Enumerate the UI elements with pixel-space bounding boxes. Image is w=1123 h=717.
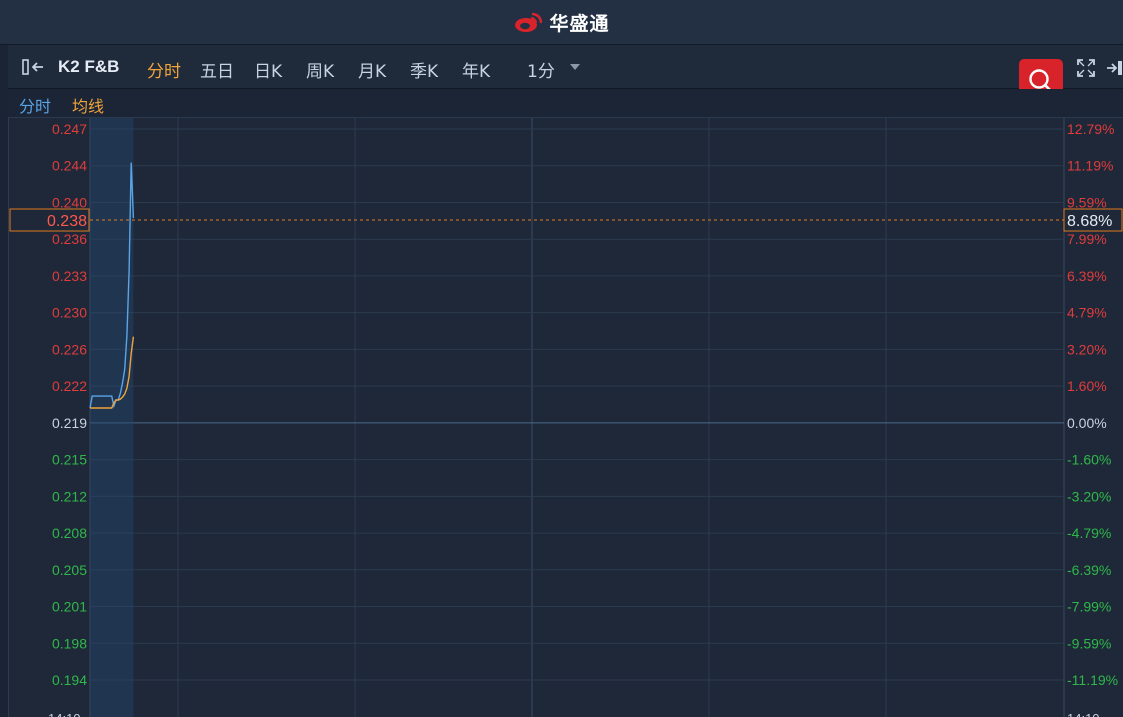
pct-tick-label: -9.59% (1067, 635, 1111, 651)
pct-tick-label: 12.79% (1067, 121, 1114, 137)
chart-grid (89, 118, 1065, 717)
y-tick-label: 0.222 (52, 378, 87, 394)
current-change-label: 8.68% (1067, 213, 1112, 230)
pct-tick-label: -4.79% (1067, 525, 1111, 541)
y-tick-label: 0.205 (52, 562, 87, 578)
y-tick-label: 0.230 (52, 305, 87, 321)
chart-series (89, 118, 1064, 717)
y-tick-label: 0.240 (52, 194, 87, 210)
y-tick-label: 0.201 (52, 599, 87, 615)
pct-tick-label: 4.79% (1067, 305, 1107, 321)
pct-tick-label: 3.20% (1067, 341, 1107, 357)
pct-tick-label: 1.60% (1067, 378, 1107, 394)
y-tick-label: 0.233 (52, 268, 87, 284)
y-tick-label: 0.212 (52, 488, 87, 504)
pct-tick-label: -1.60% (1067, 452, 1111, 468)
y-tick-label: 0.215 (52, 452, 87, 468)
intraday-chart[interactable]: 0.247 12.79% 0.244 11.19% 0.240 9.59% 0.236 7.9… (0, 0, 1123, 717)
y-tick-label: 0.226 (52, 341, 87, 357)
current-price-label: 0.238 (47, 213, 87, 230)
y-tick-label: 0.219 (52, 415, 87, 431)
y-tick-label: 0.198 (52, 635, 87, 651)
pct-tick-label: -11.19% (1067, 672, 1118, 688)
pct-tick-label: -6.39% (1067, 562, 1111, 578)
y-tick-label: 0.208 (52, 525, 87, 541)
pct-tick-label: 7.99% (1067, 231, 1107, 247)
pct-tick-label: -7.99% (1067, 599, 1111, 615)
y-tick-label: 0.236 (52, 231, 87, 247)
y-tick-label: 0.244 (52, 158, 87, 174)
pct-tick-label: -3.20% (1067, 488, 1111, 504)
pct-tick-label: 0.00% (1067, 415, 1107, 431)
y-tick-label: 0.247 (52, 121, 87, 137)
pct-tick-label: 11.19% (1067, 158, 1113, 174)
x-tick-label: 14:10 (48, 711, 81, 717)
price-area (90, 118, 134, 717)
pct-tick-label: 6.39% (1067, 268, 1107, 284)
chart-axes: 0.247 12.79% 0.244 11.19% 0.240 9.59% 0.236 7.9… (9, 121, 1123, 717)
pct-tick-label: 9.59% (1067, 194, 1107, 210)
x-tick-label: 14:10 (1067, 711, 1100, 717)
y-tick-label: 0.194 (52, 672, 87, 688)
